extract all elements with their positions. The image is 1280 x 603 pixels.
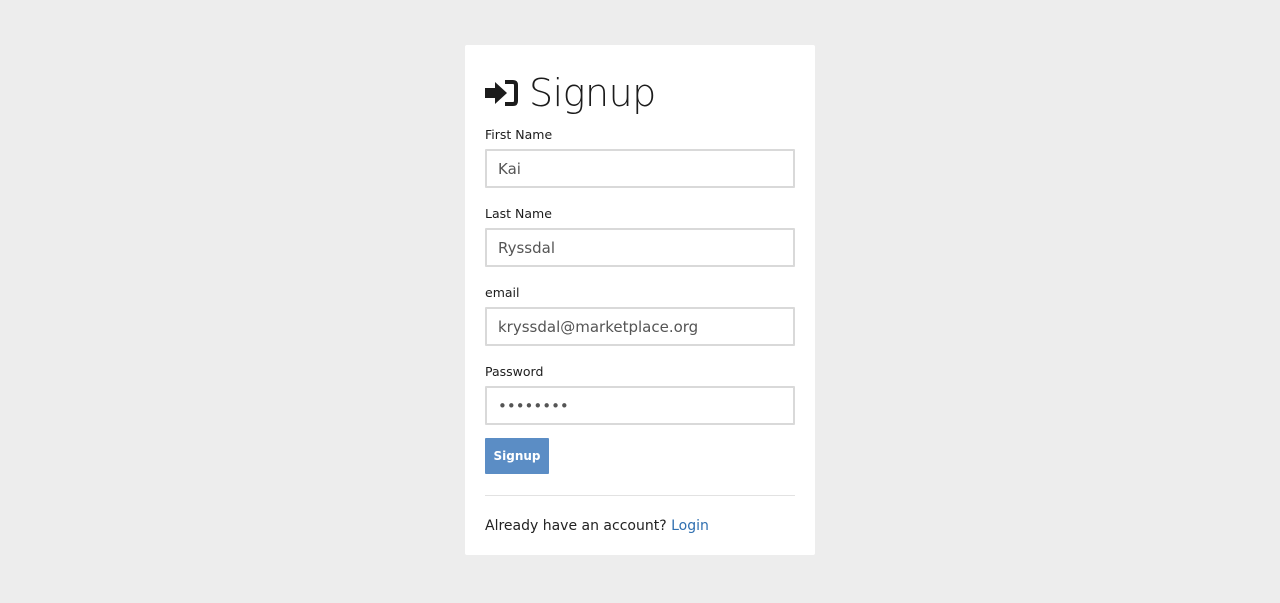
login-link[interactable]: Login [671,518,709,534]
password-label: Password [485,364,544,379]
page-title-row: Signup [485,70,656,116]
divider [485,495,795,496]
signup-button[interactable]: Signup [485,438,549,474]
first-name-input[interactable] [485,149,795,188]
password-input[interactable] [485,386,795,425]
email-label: email [485,285,520,300]
last-name-group: Last Name [485,206,795,267]
signup-card: Signup First Name Last Name email Passwo… [465,45,815,555]
page-title: Signup [529,71,656,115]
first-name-label: First Name [485,127,553,142]
login-prompt-text: Already have an account? [485,518,667,534]
login-prompt: Already have an account? Login [485,518,709,534]
password-group: Password [485,364,795,425]
email-group: email [485,285,795,346]
last-name-label: Last Name [485,206,552,221]
last-name-input[interactable] [485,228,795,267]
first-name-group: First Name [485,127,795,188]
sign-in-icon [485,78,519,108]
email-input[interactable] [485,307,795,346]
